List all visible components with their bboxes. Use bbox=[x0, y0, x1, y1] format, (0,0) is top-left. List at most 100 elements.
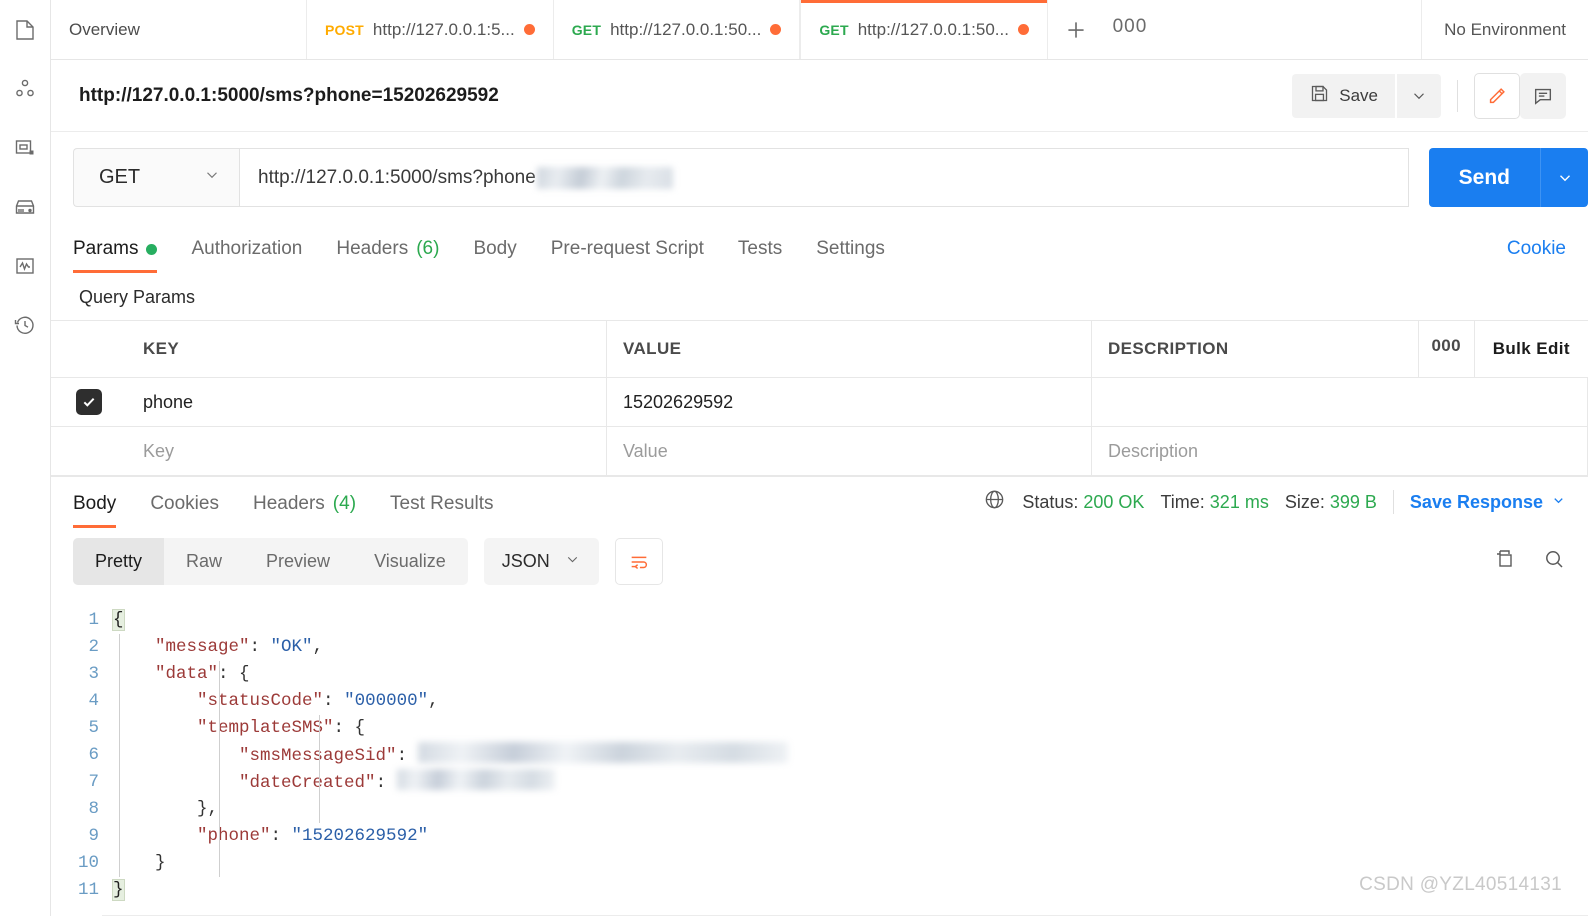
size-label: Size: bbox=[1284, 491, 1325, 512]
status-badge: Status: 200 OK bbox=[1022, 492, 1144, 513]
status-value: 200 OK bbox=[1083, 491, 1145, 512]
save-response-button[interactable]: Save Response bbox=[1410, 492, 1566, 513]
format-visualize[interactable]: Visualize bbox=[352, 538, 468, 585]
response-code[interactable]: { "message": "OK", "data": { "statusCode… bbox=[112, 607, 1588, 904]
status-label: Status: bbox=[1022, 491, 1079, 512]
collections-icon[interactable] bbox=[7, 12, 43, 48]
request-tab-2[interactable]: GET http://127.0.0.1:50... bbox=[554, 0, 801, 59]
tab-headers-count: (6) bbox=[416, 238, 440, 259]
request-tab-1[interactable]: POST http://127.0.0.1:5... bbox=[307, 0, 554, 59]
new-param-value-input[interactable]: Value bbox=[607, 427, 1092, 475]
save-response-label: Save Response bbox=[1409, 491, 1543, 512]
environment-label: No Environment bbox=[1444, 19, 1566, 39]
response-bar: Body Cookies Headers (4) Test Results St… bbox=[51, 476, 1588, 528]
tabs-more-button[interactable]: 000 bbox=[1104, 0, 1156, 59]
globe-icon bbox=[983, 488, 1006, 516]
bulk-edit-button[interactable]: Bulk Edit bbox=[1475, 321, 1588, 377]
stats-divider bbox=[1392, 490, 1394, 514]
code-token: : bbox=[323, 691, 345, 711]
send-options-chevron-down-icon[interactable] bbox=[1540, 148, 1588, 207]
response-tab-test-results-label: Test Results bbox=[390, 493, 494, 514]
response-tab-headers-label: Headers bbox=[252, 493, 325, 514]
redacted-value bbox=[396, 769, 555, 790]
request-tab-3-active[interactable]: GET http://127.0.0.1:50... bbox=[800, 0, 1048, 59]
code-line: "data": { bbox=[113, 661, 1588, 688]
tab-body-label: Body bbox=[473, 238, 517, 259]
tab-settings[interactable]: Settings bbox=[799, 238, 902, 273]
environments-icon[interactable] bbox=[7, 130, 43, 166]
comment-icon[interactable] bbox=[1520, 72, 1566, 119]
tab-params[interactable]: Params bbox=[73, 238, 174, 273]
response-tab-test-results[interactable]: Test Results bbox=[373, 493, 510, 528]
tab-tests[interactable]: Tests bbox=[721, 238, 799, 273]
indent-guide bbox=[119, 634, 120, 877]
table-row: phone 15202629592 bbox=[51, 378, 1588, 427]
http-method-select[interactable]: GET bbox=[73, 148, 239, 207]
code-token: }, bbox=[113, 799, 219, 819]
response-tab-cookies[interactable]: Cookies bbox=[133, 493, 236, 528]
wrap-lines-icon[interactable] bbox=[614, 538, 663, 585]
new-param-description-input[interactable]: Description bbox=[1092, 427, 1588, 475]
send-button[interactable]: Send bbox=[1428, 148, 1540, 207]
mock-server-icon[interactable] bbox=[7, 189, 43, 225]
code-token: : bbox=[396, 746, 418, 766]
tab-pre-request-script-label: Pre-request Script bbox=[550, 238, 704, 259]
format-raw[interactable]: Raw bbox=[164, 538, 244, 585]
param-value-input[interactable]: 15202629592 bbox=[607, 378, 1092, 426]
response-tab-headers[interactable]: Headers (4) bbox=[236, 493, 373, 528]
new-param-key-input[interactable]: Key bbox=[127, 427, 607, 475]
param-key-input[interactable]: phone bbox=[127, 378, 607, 426]
format-preview[interactable]: Preview bbox=[244, 538, 352, 585]
code-token: "phone" bbox=[197, 826, 271, 846]
tab-authorization[interactable]: Authorization bbox=[174, 238, 319, 273]
code-token: : bbox=[270, 826, 292, 846]
save-button[interactable]: Save bbox=[1292, 73, 1395, 118]
line-number: 3 bbox=[88, 664, 99, 684]
unsaved-dot-icon bbox=[770, 24, 782, 35]
tab-url-label: http://127.0.0.1:5... bbox=[372, 19, 515, 39]
response-tab-cookies-label: Cookies bbox=[150, 493, 219, 514]
response-language-select[interactable]: JSON bbox=[483, 538, 599, 585]
apis-icon[interactable] bbox=[7, 71, 43, 107]
response-body-viewer: 1 2 3 4 5 6 7 8 9 10 11 { "message": "OK", "data":… bbox=[51, 597, 1588, 904]
line-number: 1 bbox=[88, 610, 99, 630]
monitor-icon[interactable] bbox=[7, 248, 43, 284]
new-tab-button[interactable] bbox=[1048, 0, 1104, 59]
code-token: , bbox=[312, 637, 324, 657]
param-description-input[interactable] bbox=[1092, 378, 1588, 426]
tab-settings-label: Settings bbox=[816, 238, 885, 259]
code-token: : bbox=[375, 773, 397, 793]
row-checkbox-cell-empty bbox=[51, 427, 127, 475]
copy-icon[interactable] bbox=[1492, 547, 1516, 576]
query-params-heading: Query Params bbox=[79, 287, 196, 307]
url-input[interactable]: http://127.0.0.1:5000/sms?phone bbox=[239, 148, 1409, 207]
history-icon[interactable] bbox=[7, 307, 43, 343]
code-token: } bbox=[113, 853, 166, 873]
environment-selector[interactable]: No Environment bbox=[1422, 0, 1588, 59]
url-row: GET http://127.0.0.1:5000/sms?phone Send bbox=[51, 132, 1588, 223]
tab-method-badge: GET bbox=[819, 21, 849, 38]
cookies-link[interactable]: Cookie bbox=[1507, 238, 1566, 273]
tab-pre-request-script[interactable]: Pre-request Script bbox=[534, 238, 721, 273]
save-options-chevron-down-icon[interactable] bbox=[1397, 73, 1441, 118]
format-pretty[interactable]: Pretty bbox=[73, 538, 165, 585]
main-area: Overview POST http://127.0.0.1:5... GET … bbox=[51, 0, 1588, 916]
edit-pencil-icon[interactable] bbox=[1474, 72, 1520, 119]
query-params-table: KEY VALUE DESCRIPTION 000 Bulk Edit phon… bbox=[51, 320, 1588, 476]
response-language-value: JSON bbox=[501, 551, 550, 571]
table-settings-more-icon[interactable]: 000 bbox=[1419, 321, 1475, 377]
tab-tests-label: Tests bbox=[737, 238, 783, 259]
code-token: "data" bbox=[155, 664, 219, 684]
redacted-value bbox=[417, 742, 788, 763]
response-tab-body[interactable]: Body bbox=[73, 493, 133, 528]
code-token: "000000" bbox=[344, 691, 429, 711]
param-enabled-checkbox[interactable] bbox=[76, 389, 102, 415]
line-number: 7 bbox=[88, 772, 99, 792]
tab-headers[interactable]: Headers (6) bbox=[319, 238, 456, 273]
search-icon[interactable] bbox=[1542, 547, 1566, 576]
tab-overview[interactable]: Overview bbox=[51, 0, 307, 59]
tab-body[interactable]: Body bbox=[456, 238, 533, 273]
